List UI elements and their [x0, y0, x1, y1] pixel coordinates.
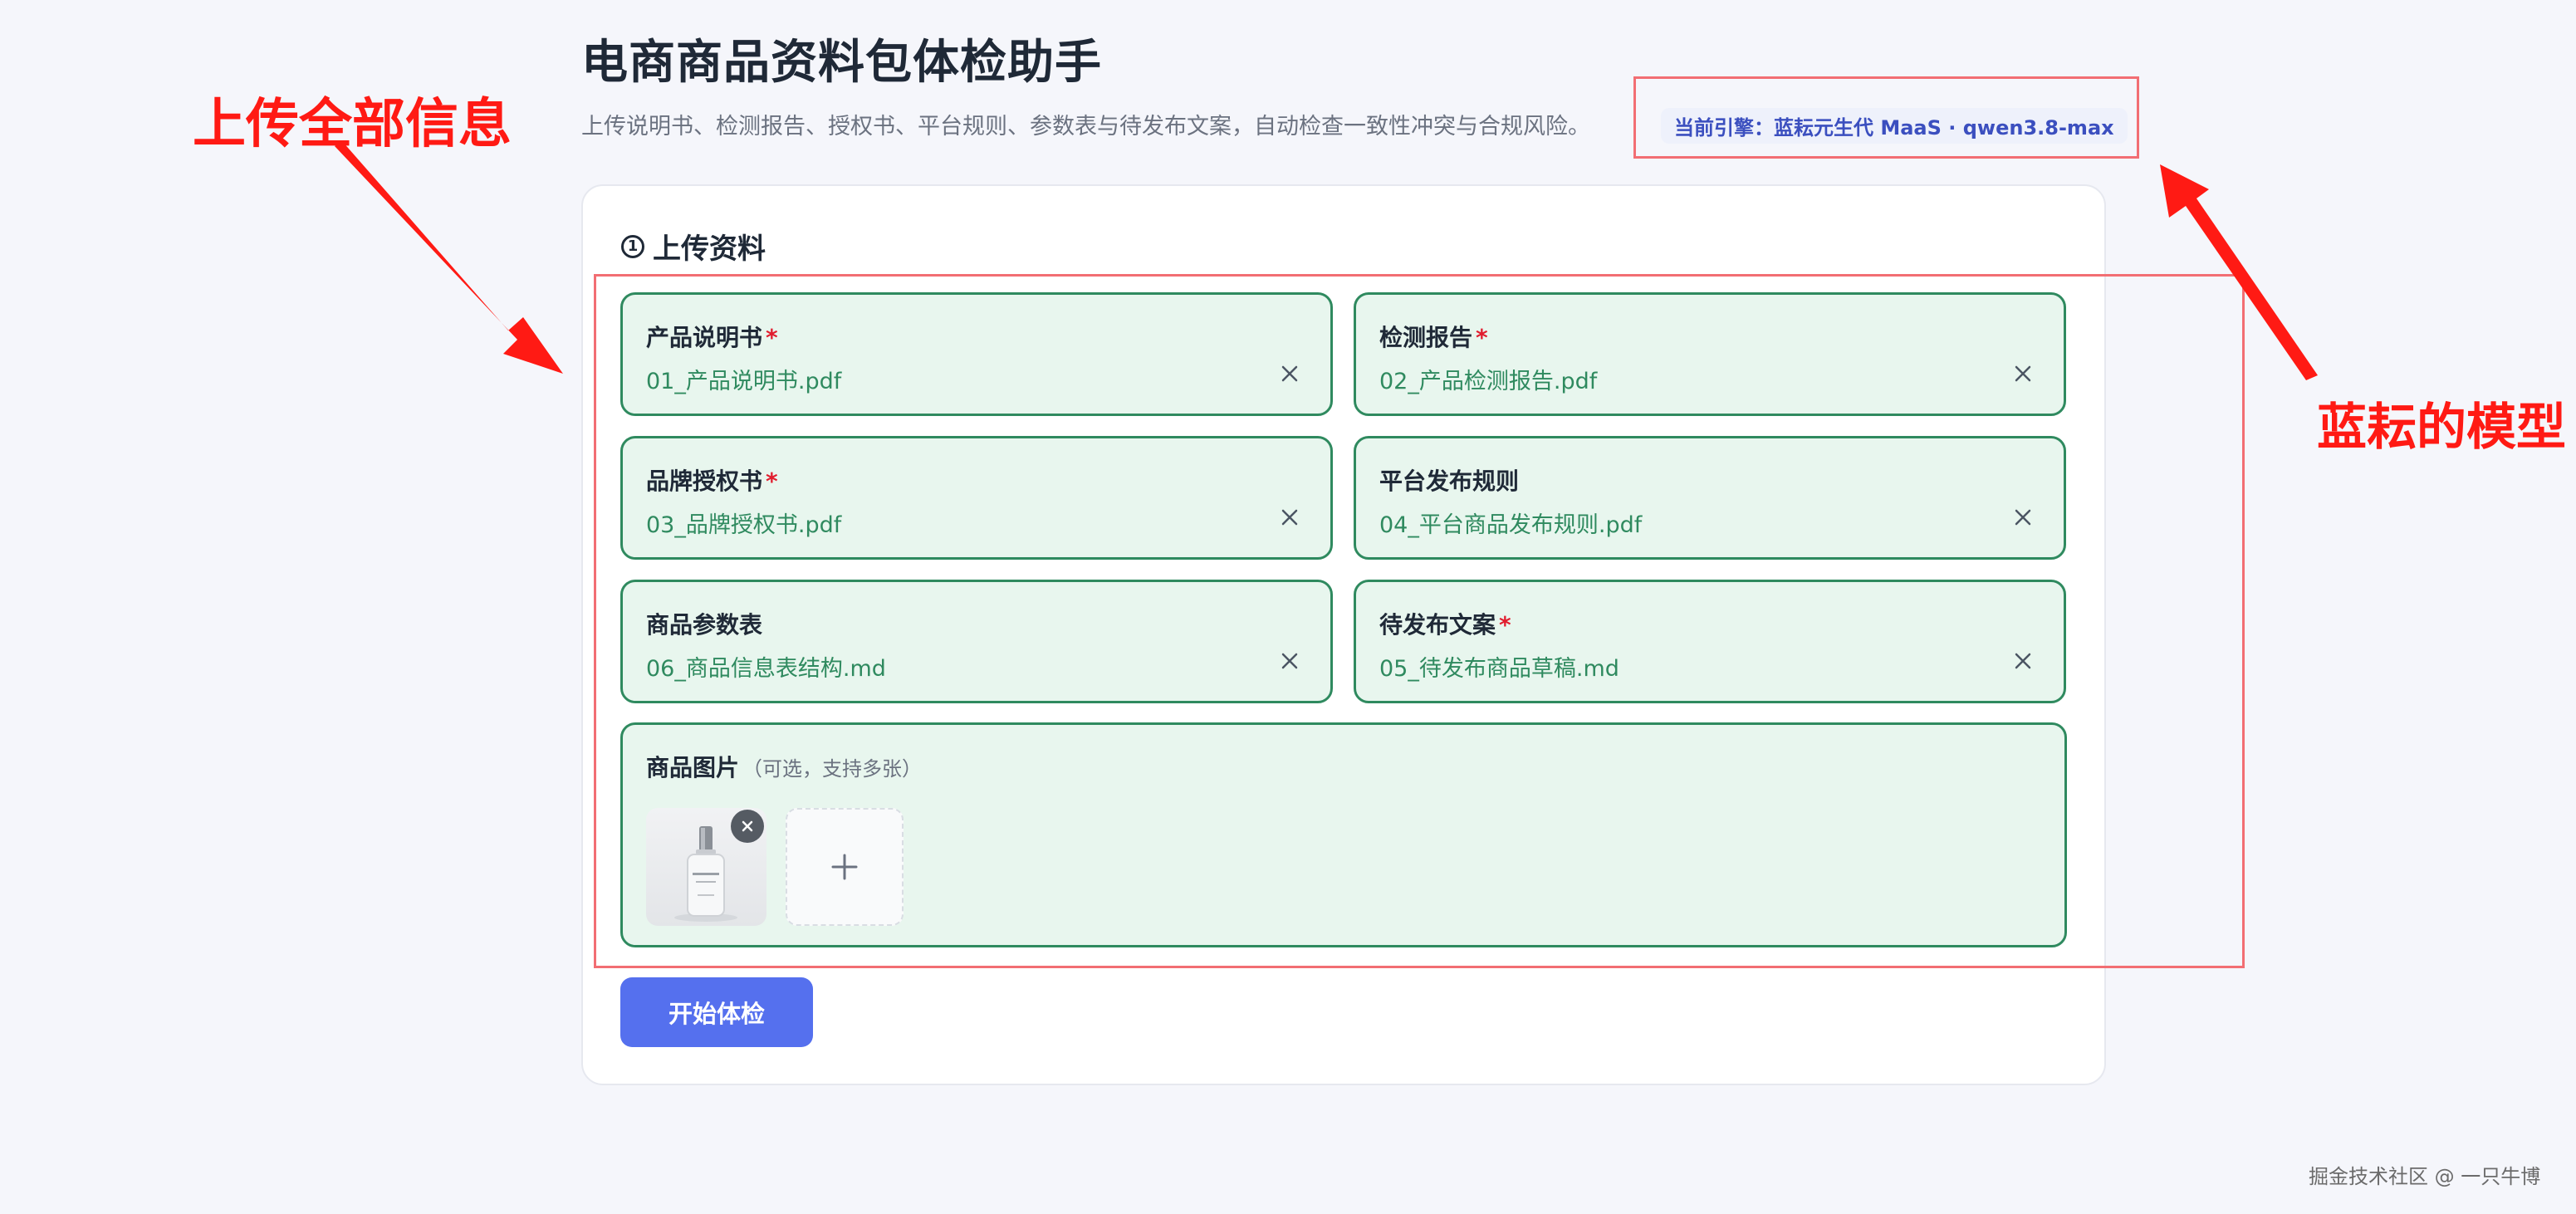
arrow-right-icon	[2160, 164, 2318, 380]
annotation-arrows	[335, 141, 2318, 380]
arrow-left-icon	[335, 141, 563, 374]
page: 电商商品资料包体检助手 上传说明书、检测报告、授权书、平台规则、参数表与待发布文…	[0, 0, 2576, 1214]
watermark: 掘金技术社区 @ 一只牛博	[2309, 1165, 2541, 1188]
annotation-right-text: 蓝耘的模型	[2317, 399, 2566, 457]
annotation-left-text: 上传全部信息	[193, 94, 512, 155]
